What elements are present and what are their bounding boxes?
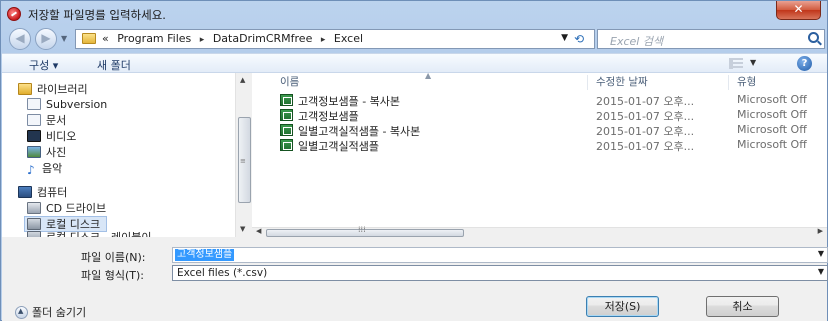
filename-value[interactable]: 고객정보샘플 (175, 249, 235, 261)
file-modified: 2015-01-07 오후... (596, 140, 695, 153)
column-header-name[interactable]: 이름 (280, 73, 299, 91)
filetype-label: 파일 형식(T): (81, 269, 144, 282)
sort-ascending-icon: ▲ (425, 71, 432, 80)
save-button[interactable]: 저장(S) (586, 296, 659, 317)
file-type: Microsoft Off (737, 123, 807, 136)
nav-item-pictures[interactable]: 사진 (27, 145, 66, 161)
breadcrumb-program-files[interactable]: Program Files (117, 32, 191, 45)
file-type: Microsoft Off (737, 93, 807, 106)
file-row[interactable]: 일별고객실적샘플 - 복사본 2015-01-07 오후... Microsof… (280, 123, 825, 138)
title-bar: 저장할 파일명를 입력하세요. ✕ (1, 1, 827, 28)
nav-item-music[interactable]: ♪ 음악 (27, 161, 62, 177)
toolbar: 구성 ▾ 새 폴더 ▼ ? (2, 53, 827, 73)
scrollbar-grip-icon: ⁞⁞⁞ (358, 225, 366, 234)
close-button[interactable]: ✕ (776, 1, 821, 20)
nav-scrollbar[interactable]: ▲ ≡ ▼ (235, 73, 252, 237)
file-name: 고객정보샘플 - 복사본 (298, 95, 401, 108)
column-divider[interactable] (587, 75, 588, 90)
nav-item-videos[interactable]: 비디오 (27, 129, 76, 145)
filename-dropdown-chevron-icon[interactable]: ▼ (818, 249, 824, 258)
new-folder-button[interactable]: 새 폴더 (97, 57, 131, 73)
file-modified: 2015-01-07 오후... (596, 125, 695, 138)
nav-item-libraries[interactable]: 라이브러리 (18, 82, 88, 98)
music-icon: ♪ (27, 163, 35, 177)
file-list: 이름 ▲ 수정한 날짜 유형 고객정보샘플 - 복사본 2015-01-07 오… (252, 71, 827, 237)
help-icon[interactable]: ? (797, 56, 812, 71)
video-icon (27, 130, 41, 142)
search-input[interactable]: Excel 검색 (610, 33, 663, 49)
excel-file-icon (280, 109, 293, 121)
file-modified: 2015-01-07 오후... (596, 110, 695, 123)
scroll-right-icon[interactable]: ▶ (818, 227, 823, 235)
forward-button[interactable]: ▶ (35, 28, 57, 50)
breadcrumb-separator-icon[interactable]: ▸ (321, 35, 326, 45)
column-header-type[interactable]: 유형 (737, 73, 756, 91)
filetype-value: Excel files (*.csv) (177, 267, 268, 279)
filename-label: 파일 이름(N): (81, 251, 146, 264)
file-name: 일별고객실적샘플 - 복사본 (298, 125, 421, 138)
address-bar[interactable]: « Program Files ▸ DataDrimCRMfree ▸ Exce… (75, 29, 595, 49)
file-name: 고객정보샘플 (298, 110, 359, 123)
column-header-modified[interactable]: 수정한 날짜 (596, 73, 648, 91)
cd-drive-icon (27, 202, 41, 214)
nav-item-computer[interactable]: 컴퓨터 (18, 185, 67, 201)
recent-pages-chevron-icon[interactable]: ▼ (61, 35, 69, 43)
cancel-button[interactable]: 취소 (706, 296, 779, 317)
file-type: Microsoft Off (737, 138, 807, 151)
save-form: 파일 이름(N): 고객정보샘플 ▼ 파일 형식(T): Excel files… (2, 237, 828, 321)
file-name: 일별고객실적샘플 (298, 140, 379, 153)
excel-file-icon (280, 94, 293, 106)
window-title: 저장할 파일명를 입력하세요. (28, 8, 166, 22)
scroll-left-icon[interactable]: ◀ (256, 227, 261, 235)
search-icon[interactable] (808, 32, 819, 43)
column-divider[interactable] (728, 75, 729, 90)
excel-file-icon (280, 139, 293, 151)
collapse-icon (15, 306, 28, 319)
scrollbar-grip-icon: ≡ (240, 157, 246, 165)
file-row[interactable]: 일별고객실적샘플 2015-01-07 오후... Microsoft Off (280, 138, 825, 153)
hide-folders-toggle[interactable]: 폴더 숨기기 (15, 304, 86, 320)
file-row[interactable]: 고객정보샘플 - 복사본 2015-01-07 오후... Microsoft … (280, 93, 825, 108)
filename-input[interactable]: 고객정보샘플 ▼ (172, 247, 828, 263)
filetype-select[interactable]: Excel files (*.csv) ▼ (172, 265, 828, 281)
breadcrumb-datadrimcrmfree[interactable]: DataDrimCRMfree (213, 32, 313, 45)
organize-button[interactable]: 구성 ▾ (29, 57, 58, 73)
nav-item-cd-drive[interactable]: CD 드라이브 (27, 201, 106, 217)
address-row: ◀ ▶ ▼ « Program Files ▸ DataDrimCRMfree … (1, 28, 827, 50)
disk-icon (27, 218, 41, 230)
file-row[interactable]: 고객정보샘플 2015-01-07 오후... Microsoft Off (280, 108, 825, 123)
nav-item-subversion[interactable]: Subversion (27, 97, 107, 113)
search-box[interactable]: Excel 검색 (597, 29, 825, 49)
navigation-pane: 라이브러리 Subversion 문서 비디오 사진 ♪ 음악 컴퓨터 CD 드라… (2, 73, 252, 237)
refresh-icon[interactable]: ⟲ (574, 32, 590, 46)
breadcrumb-separator-icon[interactable]: ▸ (200, 35, 205, 45)
excel-file-icon (280, 124, 293, 136)
scroll-down-icon[interactable]: ▼ (240, 225, 245, 233)
folder-icon (82, 33, 96, 44)
horizontal-scrollbar[interactable]: ◀ ⁞⁞⁞ ▶ (252, 225, 827, 237)
breadcrumb-excel[interactable]: Excel (334, 32, 363, 45)
breadcrumb-overflow[interactable]: « (102, 32, 109, 45)
address-dropdown-chevron-icon[interactable]: ▼ (561, 33, 568, 43)
nav-item-local-disk[interactable]: 로컬 디스크 (24, 216, 108, 232)
view-options-icon[interactable] (729, 58, 743, 69)
app-icon (7, 7, 21, 21)
nav-item-documents[interactable]: 문서 (27, 113, 66, 129)
save-dialog: 저장할 파일명를 입력하세요. ✕ ◀ ▶ ▼ « Program Files … (0, 0, 828, 321)
breadcrumb: « Program Files ▸ DataDrimCRMfree ▸ Exce… (102, 32, 368, 45)
scroll-up-icon[interactable]: ▲ (240, 76, 245, 84)
document-icon (27, 98, 41, 110)
back-button[interactable]: ◀ (9, 28, 31, 50)
file-modified: 2015-01-07 오후... (596, 95, 695, 108)
filetype-dropdown-chevron-icon[interactable]: ▼ (818, 267, 824, 276)
document-icon (27, 114, 41, 126)
computer-icon (18, 186, 32, 198)
view-dropdown-chevron-icon[interactable]: ▼ (750, 58, 756, 67)
library-icon (18, 83, 32, 95)
photo-icon (27, 146, 41, 158)
file-type: Microsoft Off (737, 108, 807, 121)
